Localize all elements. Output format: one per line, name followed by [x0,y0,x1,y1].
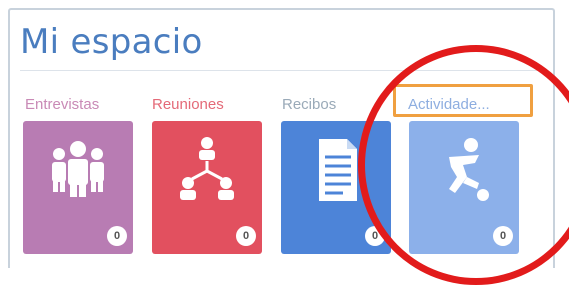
entrevistas-count-badge: 0 [107,226,127,246]
title-divider [20,70,542,71]
selection-highlight [393,84,533,117]
tab-label-reuniones[interactable]: Reuniones [152,96,224,113]
reuniones-count-badge: 0 [236,226,256,246]
tab-label-recibos[interactable]: Recibos [282,96,336,113]
tile-recibos[interactable]: 0 [281,121,391,254]
tile-entrevistas[interactable]: 0 [23,121,133,254]
recibos-count-badge: 0 [365,226,385,246]
tile-actividades[interactable]: 0 [409,121,519,254]
tab-label-entrevistas[interactable]: Entrevistas [25,96,99,113]
tile-reuniones[interactable]: 0 [152,121,262,254]
actividades-count-badge: 0 [493,226,513,246]
panel-title: Mi espacio [20,22,203,62]
